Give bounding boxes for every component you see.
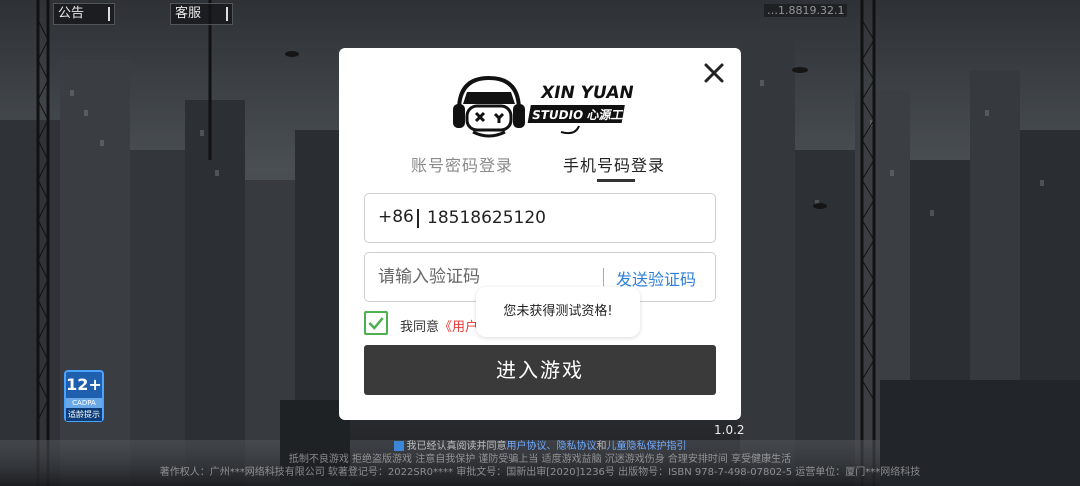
svg-text:STUDIO 心源工作室: STUDIO 心源工作室 xyxy=(531,107,635,122)
toast-message: 您未获得测试资格! xyxy=(476,287,640,337)
service-label: 客服 xyxy=(175,6,202,21)
phone-number-field[interactable]: +86 xyxy=(364,193,716,243)
customer-service-button[interactable]: 客服 xyxy=(170,3,233,25)
enter-game-button[interactable]: 进入游戏 xyxy=(364,345,716,395)
close-icon[interactable] xyxy=(701,60,727,86)
prefix-divider xyxy=(417,209,419,228)
footer-agreement-links[interactable]: 用户协议、隐私协议 xyxy=(507,441,597,452)
footer-copyright: 著作权人：广州***网络科技有限公司 软著登记号：2022SR0**** 审批文… xyxy=(159,467,921,478)
footer-children-privacy-link[interactable]: 儿童隐私保护指引 xyxy=(607,441,687,452)
verification-code-input[interactable] xyxy=(378,265,588,289)
age-rating-badge[interactable]: 12+ CADPA 适龄提示 xyxy=(64,370,104,422)
svg-text:XIN YUAN: XIN YUAN xyxy=(539,83,635,103)
app-version: 1.0.2 xyxy=(714,423,745,437)
user-agreement-link[interactable]: 《用户 xyxy=(439,320,478,335)
version-notice-text: …1.8819.32.1 xyxy=(764,4,848,17)
footer-legal: 我已经认真阅读并同意用户协议、隐私协议和儿童隐私保护指引 抵制不良游戏 拒绝盗版… xyxy=(0,440,1080,486)
footer-agreement-line: 我已经认真阅读并同意用户协议、隐私协议和儿童隐私保护指引 xyxy=(0,440,1080,453)
notice-label: 公告 xyxy=(58,6,85,21)
agreement-checkbox-checked-icon[interactable] xyxy=(364,311,388,335)
age-rating-tip: 适龄提示 xyxy=(66,408,102,421)
phone-number-input[interactable] xyxy=(427,206,697,230)
agreement-prefix: 我同意 xyxy=(400,320,440,335)
footer-agree-prefix: 我已经认真阅读并同意 xyxy=(406,441,507,452)
footer-health-notice: 抵制不良游戏 拒绝盗版游戏 注意自我保护 谨防受骗上当 适度游戏益脑 沉迷游戏伤… xyxy=(288,454,792,465)
notice-button[interactable]: 公告 xyxy=(53,3,115,25)
age-rating-number: 12+ xyxy=(66,375,102,394)
country-code-prefix[interactable]: +86 xyxy=(378,207,414,227)
top-version-notice: …1.8819.32.1 xyxy=(764,4,1066,18)
code-divider xyxy=(603,268,604,286)
login-modal: XIN YUAN STUDIO 心源工作室 账号密码登录 手机号码登录 +86 … xyxy=(339,48,741,420)
xin-yuan-studio-logo: XIN YUAN STUDIO 心源工作室 xyxy=(453,75,635,138)
tab-account-password-login[interactable]: 账号密码登录 xyxy=(411,152,513,176)
tab-phone-login[interactable]: 手机号码登录 xyxy=(563,152,665,176)
age-rating-org: CADPA xyxy=(66,398,102,408)
agreement-text: 我同意《用户 xyxy=(400,316,478,335)
active-tab-indicator xyxy=(597,179,635,182)
footer-agree-checkbox[interactable] xyxy=(393,441,404,451)
footer-agree-and: 和 xyxy=(596,441,607,452)
login-tabs: 账号密码登录 手机号码登录 xyxy=(339,152,741,186)
